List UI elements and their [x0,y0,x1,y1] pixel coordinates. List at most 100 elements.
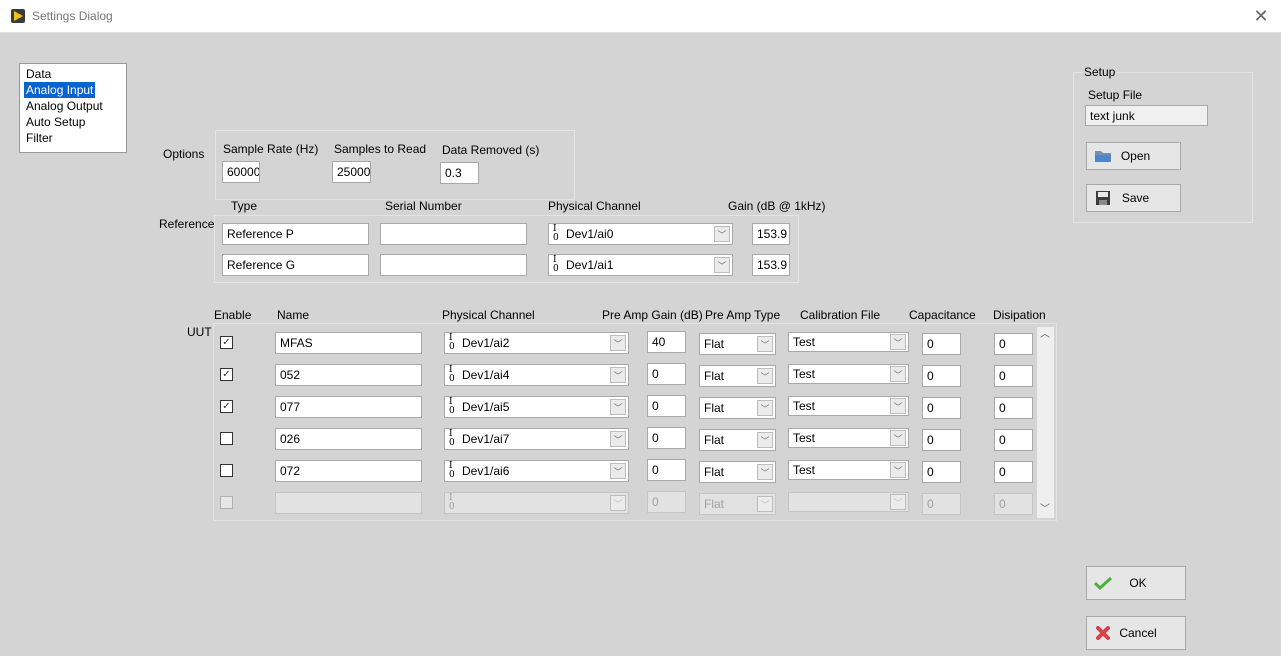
setup-file-input[interactable]: text junk [1085,105,1208,126]
preamp-type-select[interactable]: Flat ﹀ [699,461,776,483]
list-item-filter[interactable]: Filter [24,130,55,146]
preamp-type-select[interactable]: Flat ﹀ [699,333,776,355]
dissipation-input[interactable]: 0 [994,365,1033,387]
uut-col-enable: Enable [214,308,252,322]
chevron-down-icon[interactable]: ﹀ [757,336,773,352]
dissipation-input[interactable]: 0 [994,333,1033,355]
capacitance-input[interactable]: 0 [922,333,961,355]
uut-scrollbar[interactable]: ︿ ﹀ [1037,327,1054,518]
enable-checkbox[interactable]: ✓ [220,336,233,349]
enable-checkbox[interactable] [220,464,233,477]
reference-label: Reference [159,217,215,231]
cal-file-select[interactable]: Test ﹀ [788,396,909,416]
uut-name-input[interactable]: 026 [275,428,422,450]
chevron-down-icon[interactable]: ﹀ [714,257,730,273]
chevron-down-icon[interactable]: ﹀ [890,462,906,478]
capacitance-input[interactable]: 0 [922,365,961,387]
uut-channel-select[interactable]: I 0 Dev1/ai7 ﹀ [444,428,629,450]
chevron-down-icon[interactable]: ﹀ [610,367,626,383]
capacitance-input[interactable]: 0 [922,397,961,419]
enable-checkbox[interactable] [220,432,233,445]
uut-channel-select[interactable]: I 0 Dev1/ai5 ﹀ [444,396,629,418]
ref-col-channel: Physical Channel [548,199,641,213]
cal-file-select[interactable]: Test ﹀ [788,364,909,384]
category-list[interactable]: Data Analog Input Analog Output Auto Set… [19,63,127,153]
chevron-down-icon: ﹀ [757,496,773,512]
ref-type-input[interactable]: Reference G [222,254,369,276]
uut-label: UUT [187,325,212,339]
uut-col-dissipation: Disipation [993,308,1046,322]
ref-serial-input[interactable] [380,223,527,245]
chevron-down-icon[interactable]: ﹀ [890,398,906,414]
uut-channel-select[interactable]: I 0 Dev1/ai6 ﹀ [444,460,629,482]
list-item-analog-output[interactable]: Analog Output [24,98,105,114]
preamp-type-select[interactable]: Flat ﹀ [699,397,776,419]
save-button[interactable]: Save [1086,184,1181,212]
uut-name-input[interactable]: 072 [275,460,422,482]
uut-name-input[interactable]: MFAS [275,332,422,354]
uut-col-preamp-gain: Pre Amp Gain (dB) [602,308,703,322]
ref-gain-input[interactable]: 153.9 [752,223,790,245]
list-item-data[interactable]: Data [24,66,53,82]
close-button[interactable]: ✕ [1250,6,1272,28]
scroll-down-icon[interactable]: ﹀ [1037,502,1053,518]
uut-col-cal-file: Calibration File [800,308,881,322]
scroll-up-icon[interactable]: ︿ [1037,327,1053,343]
chevron-down-icon[interactable]: ﹀ [890,430,906,446]
cal-file-select[interactable]: Test ﹀ [788,460,909,480]
ref-type-input[interactable]: Reference P [222,223,369,245]
capacitance-input[interactable]: 0 [922,429,961,451]
enable-checkbox[interactable]: ✓ [220,368,233,381]
chevron-down-icon[interactable]: ﹀ [757,432,773,448]
chevron-down-icon[interactable]: ﹀ [757,368,773,384]
cal-file-select[interactable]: Test ﹀ [788,428,909,448]
chevron-down-icon[interactable]: ﹀ [757,464,773,480]
dissipation-input[interactable]: 0 [994,429,1033,451]
io-channel-icon: I0 [449,461,455,480]
ref-channel-select[interactable]: I0 Dev1/ai1 ﹀ [548,254,733,276]
chevron-down-icon[interactable]: ﹀ [610,431,626,447]
ref-gain-input[interactable]: 153.9 [752,254,790,276]
capacitance-input[interactable]: 0 [922,461,961,483]
preamp-type-select[interactable]: Flat ﹀ [699,429,776,451]
chevron-down-icon[interactable]: ﹀ [714,226,730,242]
cancel-button[interactable]: Cancel [1086,616,1186,650]
setup-file-label: Setup File [1088,88,1143,102]
list-item-analog-input[interactable]: Analog Input [24,82,96,98]
ref-serial-input[interactable] [380,254,527,276]
open-button[interactable]: Open [1086,142,1181,170]
chevron-down-icon[interactable]: ﹀ [890,334,906,350]
enable-checkbox[interactable]: ✓ [220,400,233,413]
dissipation-input[interactable]: 0 [994,397,1033,419]
uut-channel-select[interactable]: I 0 Dev1/ai4 ﹀ [444,364,629,386]
data-removed-input[interactable]: 0.3 [440,162,479,184]
preamp-gain-input[interactable]: 0 [647,363,686,385]
uut-name-input[interactable]: 052 [275,364,422,386]
uut-name-input[interactable]: 077 [275,396,422,418]
chevron-down-icon[interactable]: ﹀ [610,399,626,415]
preamp-gain-input[interactable]: 0 [647,459,686,481]
io-channel-icon: I0 [449,397,455,416]
chevron-down-icon[interactable]: ﹀ [890,366,906,382]
samples-to-read-label: Samples to Read [334,142,427,156]
preamp-type-select[interactable]: Flat ﹀ [699,365,776,387]
chevron-down-icon[interactable]: ﹀ [757,400,773,416]
sample-rate-input[interactable]: 60000 [222,161,260,183]
dissipation-input[interactable]: 0 [994,461,1033,483]
preamp-gain-input[interactable]: 0 [647,395,686,417]
title-bar: Settings Dialog ✕ [0,0,1281,33]
chevron-down-icon: ﹀ [890,494,906,510]
uut-channel-select[interactable]: I 0 Dev1/ai2 ﹀ [444,332,629,354]
chevron-down-icon[interactable]: ﹀ [610,463,626,479]
samples-to-read-input[interactable]: 25000 [332,161,371,183]
ok-button[interactable]: OK [1086,566,1186,600]
preamp-gain-input[interactable]: 0 [647,427,686,449]
options-label: Options [163,147,205,161]
list-item-auto-setup[interactable]: Auto Setup [24,114,87,130]
ref-channel-select[interactable]: I0 Dev1/ai0 ﹀ [548,223,733,245]
options-group [215,130,575,200]
preamp-gain-input[interactable]: 40 [647,331,686,353]
cal-file-select[interactable]: Test ﹀ [788,332,909,352]
chevron-down-icon[interactable]: ﹀ [610,335,626,351]
dissipation-input: 0 [994,493,1033,515]
